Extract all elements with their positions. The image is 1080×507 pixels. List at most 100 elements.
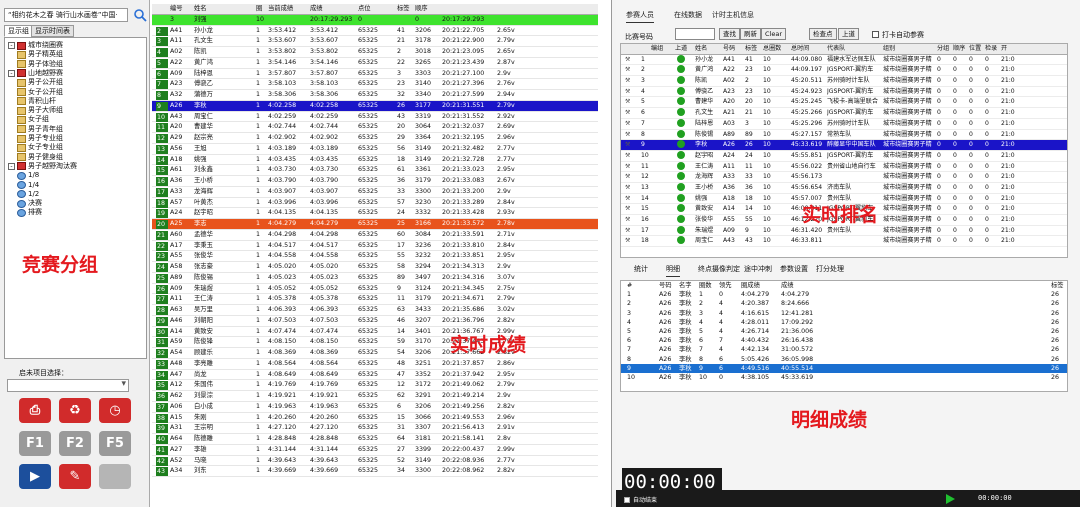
tab-detail-4[interactable]: 参数设置	[780, 264, 808, 274]
recycle-button[interactable]: ♻	[59, 398, 91, 423]
tree-node[interactable]: 青积山杆	[17, 97, 56, 106]
tab-online-data[interactable]: 在线数据	[674, 10, 702, 20]
table-row[interactable]: 16 A36 王小桥 1 4:03.790 4:03.790 65325 36 3179 20:2…	[152, 176, 598, 187]
tree-node[interactable]: 女子专业组	[17, 143, 63, 152]
table-row[interactable]: 30 A14 黄致安 1 4:07.474 4:07.474 65325 14 3401 20:2…	[152, 327, 598, 338]
table-row[interactable]: 5 A22 黄广鸿 1 3:54.146 3:54.146 65325 22 3265 20:21…	[152, 58, 598, 69]
tab-detail-1[interactable]: 明细	[666, 264, 680, 277]
lane-button[interactable]: 上道	[838, 28, 859, 40]
tree-node[interactable]: 男子健身组	[17, 153, 63, 162]
table-row[interactable]: ⚒ 17 朱瑞煜 A09 9 10 46:31.420 贵州车队 城市绕圈赛男子精 0 0 0 0 21:…	[621, 225, 1067, 237]
tree-node[interactable]: - 男子越野淘汰赛	[8, 162, 77, 171]
tree-node[interactable]: - 山地越野赛	[8, 69, 63, 78]
table-row[interactable]: ⚒ 1 孙小龙 A41 41 10 44:09.080 福建水军达佩车队 城市绕圈赛男子精 0 0 0…	[621, 54, 1067, 66]
tree-node[interactable]: 男子青年组	[17, 125, 63, 134]
f1-button[interactable]: F1	[19, 431, 51, 456]
expand-toggle[interactable]: -	[8, 42, 15, 49]
tab-show-groups[interactable]: 显示组	[4, 25, 33, 37]
table-row[interactable]: 2 A41 孙小龙 1 3:53.412 3:53.412 65325 41 3206 20:21…	[152, 26, 598, 37]
tab-detail-0[interactable]: 统计	[634, 264, 648, 274]
source-select[interactable]	[7, 379, 129, 392]
tree-node[interactable]: 男子专业组	[17, 134, 63, 143]
table-row[interactable]: ⚒ 18 周宝仁 A43 43 10 46:33.811 城市绕圈赛男子精 0 0 0 0 21:0	[621, 236, 1067, 248]
event-title-field[interactable]: “相约花木之春 骑行山水画卷”中国·	[4, 8, 128, 22]
table-row[interactable]: 8 A32 蒲德万 1 3:58.306 3:58.306 65325 32 3340 20:21…	[152, 90, 598, 101]
table-row[interactable]: ⚒ 6 孔文生 A21 21 10 45:25.266 JGSPORT-翼豹车 城市绕圈赛男子精…	[621, 108, 1067, 119]
tree-node[interactable]: 男子精英组	[17, 50, 63, 59]
table-row[interactable]: 33 A48 李亮雕 1 4:08.564 4:08.564 65325 48 3251 20:2…	[152, 359, 598, 370]
table-row[interactable]: ⚒ 13 王小桥 A36 36 10 45:56.654 济南车队 城市绕圈赛男子精 0 0 0 0 21…	[621, 182, 1067, 194]
table-row[interactable]: 17 A33 龙海辉 1 4:03.907 4:03.907 65325 33 3300 20:2…	[152, 187, 598, 198]
table-row[interactable]: ⚒ 5 曹建华 A20 20 10 45:25.245 飞梭卡-高端里联合 城市绕圈赛男子精 0 0…	[621, 97, 1067, 109]
find-button[interactable]: 查找	[719, 28, 740, 40]
print-button[interactable]: ⎙	[19, 398, 51, 423]
auto-stop-checkbox[interactable]	[624, 497, 630, 503]
table-row[interactable]: 5 A26 李秋 5 4 4:26.714 21:36.006 26	[621, 327, 1067, 336]
table-row[interactable]: ⚒ 11 王仁涛 A11 11 10 45:56.022 贵州省山地自行车 城市绕圈赛男子精 0 0…	[621, 161, 1067, 173]
refresh-button[interactable]: 刷新	[740, 28, 761, 40]
live-results-grid[interactable]: 编号 姓名 圈当前成绩 成绩 点位 标签 顺序 3 刘强 10 20:17:29.293 0 0 20:1…	[152, 4, 598, 477]
tab-show-schedule[interactable]: 显示时间表	[31, 25, 74, 37]
table-row[interactable]: 13 A56 王旭 1 4:03.189 4:03.189 65325 56 3149 20:21…	[152, 144, 598, 155]
table-row[interactable]: 6 A09 陆梓恩 1 3:57.807 3:57.807 65325 3 3303 20:21:…	[152, 69, 598, 80]
detail-grid[interactable]: # 号码 名字 圈数 领先 圈成绩 成绩 标签 1 A26 李秋 1 0 4:04.279 4:04.279…	[620, 280, 1068, 392]
table-row[interactable]: 19 A24 赵宇昭 1 4:04.135 4:04.135 65325 24 3332 20:2…	[152, 208, 598, 219]
tab-timer-info[interactable]: 计时主机信息	[712, 10, 754, 20]
table-row[interactable]: 37 A06 白小成 1 4:19.963 4:19.963 65325 6 3206 20:21…	[152, 402, 598, 413]
table-row[interactable]: ⚒ 7 陆梓恩 A03 3 10 45:25.296 苏州骑时计车队 城市绕圈赛男子精 0 0 0 0 2…	[621, 118, 1067, 130]
expand-toggle[interactable]: -	[8, 162, 15, 170]
table-row[interactable]: 32 A54 顾建乐 1 4:08.369 4:08.369 65325 54 3206 20:2…	[152, 348, 598, 359]
table-row[interactable]: 3 A26 李秋 3 4 4:16.615 12:41.281 26	[621, 309, 1067, 318]
table-row[interactable]: 12 A29 赵宗亮 1 4:02.902 4:02.902 65325 29 3364 20:2…	[152, 133, 598, 144]
table-row[interactable]: 43 A34 刘东 1 4:39.669 4:39.669 65325 34 3300 20:22…	[152, 466, 598, 477]
table-row[interactable]: 9 A26 李秋 9 6 4:49.516 40:55.514 26	[621, 363, 1067, 373]
table-row[interactable]: 7 A26 李秋 7 4 4:42.134 31:00.572 26	[621, 345, 1067, 354]
table-row[interactable]: 20 A25 李志 1 4:04.279 4:04.279 65325 25 3166 20:21…	[152, 219, 598, 230]
play-icon[interactable]	[946, 494, 955, 504]
table-row[interactable]: 28 A63 吴万里 1 4:06.393 4:06.393 65325 63 3433 20:2…	[152, 305, 598, 316]
tree-node[interactable]: 1/2	[17, 190, 39, 199]
table-row[interactable]: ⚒ 8 陈俊锡 A89 89 10 45:27.157 常熟车队 城市绕圈赛男子精 0 0 0 0 21:…	[621, 129, 1067, 141]
table-row[interactable]: 1 A26 李秋 1 0 4:04.279 4:04.279 26	[621, 290, 1067, 299]
table-row[interactable]: ⚒ 4 傅骁乙 A23 23 10 45:24.923 JGSPORT-翼豹车 城市绕圈赛男子精…	[621, 86, 1067, 98]
table-row[interactable]: 7 A23 傅骁乙 1 3:58.103 3:58.103 65325 23 3140 20:21…	[152, 79, 598, 90]
table-row[interactable]: 25 A89 陈俊锡 1 4:05.023 4:05.023 65325 89 3497 20:2…	[152, 273, 598, 284]
table-row[interactable]: 41 A27 李雄 1 4:31.144 4:31.144 65325 27 3399 20:22…	[152, 445, 598, 456]
table-row[interactable]: 3 刘强 10 20:17:29.293 0 0 20:17:29.293	[152, 14, 598, 26]
table-row[interactable]: 14 A18 姚强 1 4:03.435 4:03.435 65325 18 3149 20:21…	[152, 155, 598, 166]
tree-node[interactable]: 女子组	[17, 115, 49, 124]
group-tree[interactable]: - 城市绕圈赛 男子精英组 男子体验组 - 山地越野赛 男子公开组 女子公开组 青积山杆 男子大师…	[4, 37, 147, 359]
auto-register-checkbox[interactable]	[872, 31, 879, 38]
race-number-input[interactable]	[675, 28, 715, 40]
table-row[interactable]: 29 A46 刘朝阳 1 4:07.503 4:07.503 65325 46 3207 20:2…	[152, 316, 598, 327]
table-row[interactable]: 8 A26 李秋 8 6 5:05.426 36:05.998 26	[621, 355, 1067, 364]
checkpoint-button[interactable]: 检查点	[809, 28, 837, 40]
table-row[interactable]: 6 A26 李秋 6 7 4:40.432 26:16.438 26	[621, 336, 1067, 345]
tree-node[interactable]: 男子公开组	[17, 78, 63, 87]
table-row[interactable]: 27 A11 王仁涛 1 4:05.378 4:05.378 65325 11 3179 20:2…	[152, 294, 598, 305]
f5-button[interactable]: F5	[99, 431, 131, 456]
table-row[interactable]: 36 A62 刘景淙 1 4:19.921 4:19.921 65325 62 3291 20:2…	[152, 391, 598, 402]
tab-detail-3[interactable]: 途中冲刺	[744, 264, 772, 274]
clock-button[interactable]: ◷	[99, 398, 131, 423]
table-row[interactable]: 38 A15 朱刚 1 4:20.260 4:20.260 65325 15 3066 20:21…	[152, 413, 598, 424]
table-row[interactable]: 34 A47 尚龙 1 4:08.649 4:08.649 65325 47 3352 20:21…	[152, 370, 598, 381]
table-row[interactable]: ⚒ 12 龙海辉 A33 33 10 45:56.173 城市绕圈赛男子精 0 0 0 0 21:0	[621, 172, 1067, 183]
table-row[interactable]: 21 A60 孟德华 1 4:04.298 4:04.298 65325 60 3084 20:2…	[152, 230, 598, 241]
table-row[interactable]: 9 A26 李秋 1 4:02.258 4:02.258 65325 26 3177 20:21:…	[152, 100, 598, 112]
tree-node[interactable]: 女子公开组	[17, 88, 63, 97]
table-row[interactable]: 42 A52 马晓 1 4:39.643 4:39.643 65325 52 3149 20:22…	[152, 456, 598, 467]
table-row[interactable]: 4 A02 陈凯 1 3:53.802 3:53.802 65325 2 3018 20:21:2…	[152, 47, 598, 58]
tab-detail-5[interactable]: 打分处理	[816, 264, 844, 274]
tree-node[interactable]: 男子大师组	[17, 106, 63, 115]
tree-node[interactable]: 决赛	[17, 199, 42, 208]
clear-button[interactable]: Clear	[761, 28, 786, 40]
table-row[interactable]: 31 A59 陈俊锋 1 4:08.150 4:08.150 65325 59 3170 20:2…	[152, 337, 598, 348]
tab-participants[interactable]: 参赛人员	[626, 10, 654, 23]
table-row[interactable]: ⚒ 2 黄广鸿 A22 23 10 44:09.197 JGSPORT-翼豹车 城市绕圈赛男子精…	[621, 65, 1067, 77]
edit-button[interactable]: ✎	[59, 464, 91, 489]
tree-node[interactable]: 1/8	[17, 171, 39, 180]
table-row[interactable]: 3 A11 孔文生 1 3:53.607 3:53.607 65325 21 3178 20:21…	[152, 36, 598, 47]
tree-node[interactable]: - 城市绕圈赛	[8, 41, 63, 50]
table-row[interactable]: 23 A55 张俊华 1 4:04.558 4:04.558 65325 55 3232 20:2…	[152, 251, 598, 262]
